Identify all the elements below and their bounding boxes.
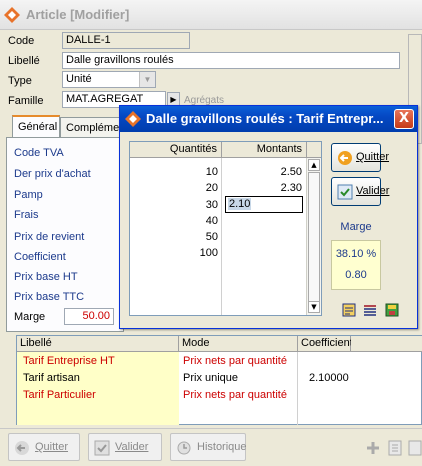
column-header-libelle[interactable]: Libellé (17, 336, 179, 352)
table-row[interactable]: Tarif Entreprise HT Prix nets par quanti… (17, 354, 422, 369)
marge-percent: 38.10 % (335, 248, 377, 260)
row-libelle: Tarif Particulier (23, 389, 96, 401)
quantity-cell[interactable]: 100 (130, 247, 218, 259)
back-arrow-icon (338, 151, 352, 165)
code-field[interactable]: DALLE-1 (62, 32, 190, 49)
window-titlebar: Article [Modifier] (0, 0, 422, 30)
history-icon (177, 441, 191, 455)
row-mode: Prix nets par quantité (183, 389, 287, 401)
coefficient-label: Coefficient (14, 251, 66, 263)
prix-revient-label: Prix de revient (14, 231, 85, 243)
column-header-quantites[interactable]: Quantités (130, 142, 222, 158)
tarif-table: Libellé Mode Coefficient Tarif Entrepris… (16, 335, 422, 425)
row-coefficient: 2.10000 (309, 372, 349, 384)
document-icon[interactable] (388, 440, 402, 456)
libelle-label: Libellé (8, 55, 40, 67)
dialog-quitter-label: Quitter (356, 151, 390, 163)
quitter-button[interactable]: Quitter (8, 433, 80, 461)
list-icon[interactable] (362, 302, 378, 318)
column-header-blank (307, 142, 321, 158)
dialog-title: Dalle gravillons roulés : Tarif Entrepr.… (146, 111, 384, 126)
window-title: Article [Modifier] (26, 7, 130, 22)
historique-label: Historique (197, 441, 247, 453)
tab-complement[interactable]: Compléme (60, 117, 122, 139)
chevron-down-icon[interactable]: ▼ (139, 72, 155, 87)
quantity-cell[interactable]: 10 (130, 166, 218, 178)
checkmark-icon (337, 184, 353, 200)
copy-icon[interactable] (408, 440, 422, 456)
app-diamond-icon (125, 111, 141, 127)
amount-edit-value: 2.10 (228, 198, 252, 210)
code-tva-label: Code TVA (14, 147, 64, 159)
code-label: Code (8, 35, 35, 47)
prix-base-ttc-label: Prix base TTC (14, 291, 85, 303)
amount-cell[interactable]: 2.30 (222, 182, 302, 194)
row-libelle: Tarif artisan (23, 372, 80, 384)
tarif-dialog: Dalle gravillons roulés : Tarif Entrepr.… (119, 105, 418, 329)
valider-button[interactable]: Valider (88, 433, 162, 461)
back-arrow-icon (15, 441, 29, 455)
quantity-cell[interactable]: 40 (130, 215, 218, 227)
checkmark-icon (94, 440, 110, 456)
valider-label: Valider (115, 441, 149, 453)
close-icon[interactable]: X (394, 109, 414, 129)
scroll-thumb[interactable] (308, 172, 320, 302)
add-icon[interactable] (366, 441, 380, 455)
type-select[interactable]: Unité ▼ (62, 71, 156, 88)
scroll-up-icon[interactable]: ▲ (308, 159, 320, 171)
pamp-label: Pamp (14, 189, 43, 201)
quantity-cell[interactable]: 50 (130, 231, 218, 243)
tab-general[interactable]: Général (12, 115, 60, 138)
table-row[interactable]: Tarif Particulier Prix nets par quantité (17, 388, 422, 403)
scroll-down-icon[interactable]: ▼ (308, 301, 320, 313)
quitter-label: Quitter (35, 441, 69, 453)
dialog-quitter-button[interactable]: Quitter (331, 143, 389, 172)
vertical-scrollbar[interactable]: ▲ ▼ (306, 158, 321, 315)
der-prix-achat-label: Der prix d'achat (14, 168, 91, 180)
column-header-montants[interactable]: Montants (222, 142, 307, 158)
libelle-field[interactable]: Dalle gravillons roulés (62, 52, 400, 69)
row-mode: Prix unique (183, 372, 239, 384)
prix-base-ht-label: Prix base HT (14, 271, 78, 283)
column-header-blank (351, 336, 422, 352)
dialog-marge-label: Marge (340, 221, 372, 233)
type-select-value: Unité (66, 73, 92, 85)
marge-label: Marge (14, 311, 46, 323)
row-mode: Prix nets par quantité (183, 355, 287, 367)
historique-button[interactable]: Historique (170, 433, 247, 461)
quantity-cell[interactable]: 30 (130, 199, 218, 211)
calculator-icon[interactable] (341, 302, 357, 318)
bottom-toolbar: Quitter Valider Historique (0, 428, 422, 466)
frais-label: Frais (14, 209, 39, 221)
quantity-price-grid: Quantités Montants 10 2.50 20 2.30 30 2.… (129, 141, 322, 316)
app-diamond-icon (4, 7, 20, 23)
column-header-coefficient[interactable]: Coefficient (298, 336, 353, 352)
row-libelle: Tarif Entreprise HT (23, 355, 115, 367)
amount-cell[interactable]: 2.50 (222, 166, 302, 178)
dialog-valider-button[interactable]: Valider (331, 177, 389, 206)
dialog-valider-label: Valider (356, 185, 390, 197)
quantity-cell[interactable]: 20 (130, 182, 218, 194)
table-row[interactable]: Tarif artisan Prix unique 2.10000 (17, 371, 422, 386)
marge-field[interactable]: 50.00 (64, 308, 114, 325)
column-header-mode[interactable]: Mode (179, 336, 298, 352)
marge-value: 0.80 (345, 269, 367, 281)
dialog-titlebar[interactable]: Dalle gravillons roulés : Tarif Entrepr.… (120, 106, 417, 132)
marge-box: 38.10 % 0.80 (331, 240, 381, 290)
amount-edit-field[interactable]: 2.10 (225, 196, 303, 213)
save-icon[interactable] (384, 302, 400, 318)
type-label: Type (8, 75, 32, 87)
famille-label: Famille (8, 95, 44, 107)
